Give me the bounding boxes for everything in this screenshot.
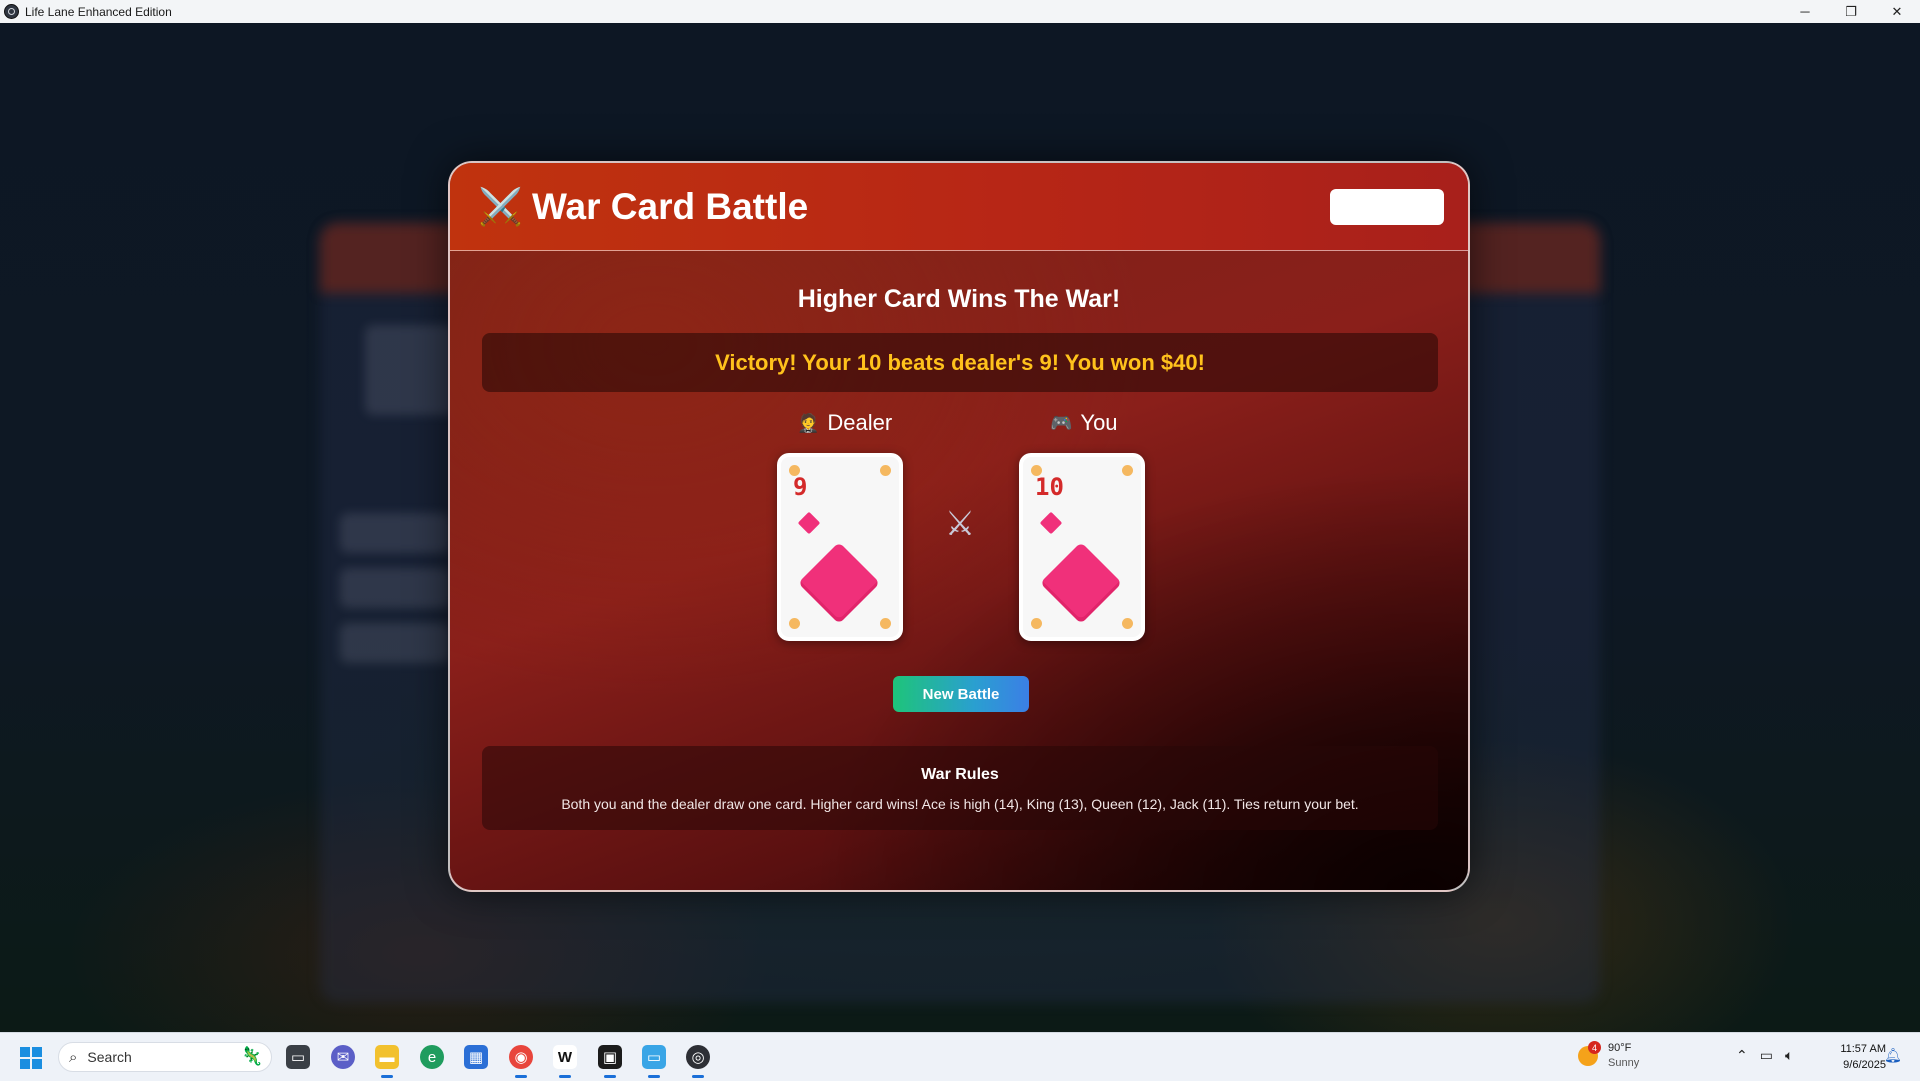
edge-browser-icon[interactable]: e <box>420 1045 444 1069</box>
game-subtitle: Higher Card Wins The War! <box>797 285 1121 313</box>
windows-start-button[interactable] <box>20 1047 42 1069</box>
player-card-rank: 10 <box>1035 473 1064 501</box>
store-icon[interactable]: ▦ <box>464 1045 488 1069</box>
search-placeholder: Search <box>87 1049 132 1065</box>
modal-close-button[interactable] <box>1330 189 1444 225</box>
modal-header: ⚔️ War Card Battle <box>450 163 1468 251</box>
dealer-icon: 🤵 <box>797 412 820 433</box>
versus-swords-icon: ⚔ <box>944 505 976 543</box>
clock-time: 11:57 AM <box>1840 1043 1886 1055</box>
diamond-icon <box>1039 541 1123 625</box>
modal-title: War Card Battle <box>532 185 809 227</box>
restore-button[interactable]: ❐ <box>1828 0 1874 23</box>
diamond-icon <box>797 511 821 535</box>
close-window-button[interactable]: ✕ <box>1874 0 1920 23</box>
card-corner-dot <box>880 465 891 476</box>
task-view-icon[interactable]: ▭ <box>286 1045 310 1069</box>
weather-badge: 4 <box>1588 1041 1601 1054</box>
weather-temp: 90°F <box>1608 1042 1632 1054</box>
player-label: 🎮 You <box>1050 410 1118 436</box>
card-corner-dot <box>880 618 891 629</box>
player-label-text: You <box>1080 410 1118 435</box>
dealer-card-rank: 9 <box>793 473 808 501</box>
new-battle-button[interactable]: New Battle <box>893 676 1029 712</box>
window-controls: ─ ❐ ✕ <box>1782 0 1920 23</box>
dealer-label-text: Dealer <box>827 410 893 435</box>
app-logo-icon <box>4 4 19 19</box>
file-explorer-icon[interactable]: ▬ <box>375 1045 399 1078</box>
weather-widget[interactable]: 4 90°F Sunny <box>1578 1041 1639 1071</box>
notification-bell-icon[interactable]: 🔔︎ <box>1884 1047 1902 1064</box>
remote-desktop-icon[interactable]: ▭ <box>642 1045 666 1078</box>
background-block <box>365 325 455 415</box>
background-block <box>340 513 450 553</box>
player-card: 10 <box>1019 453 1145 641</box>
card-corner-dot <box>1122 465 1133 476</box>
minimize-button[interactable]: ─ <box>1782 0 1828 23</box>
network-icon[interactable]: ▭ <box>1760 1047 1773 1064</box>
diamond-icon <box>1039 511 1063 535</box>
chat-icon[interactable]: ✉ <box>331 1045 355 1069</box>
result-banner: Victory! Your 10 beats dealer's 9! You w… <box>482 333 1438 392</box>
window-title-bar: Life Lane Enhanced Edition ─ ❐ ✕ <box>0 0 1920 24</box>
search-icon: ⌕ <box>69 1048 78 1066</box>
gamepad-icon: 🎮 <box>1050 412 1073 433</box>
chrome-icon[interactable]: ◉ <box>509 1045 533 1078</box>
diamond-icon <box>797 541 881 625</box>
clock-date: 9/6/2025 <box>1843 1059 1886 1071</box>
card-corner-dot <box>789 618 800 629</box>
dealer-card: 9 <box>777 453 903 641</box>
taskbar-clock[interactable]: 11:57 AM 9/6/2025 <box>1818 1041 1886 1073</box>
result-message: Victory! Your 10 beats dealer's 9! You w… <box>715 349 1205 375</box>
sun-icon: 4 <box>1578 1041 1601 1066</box>
terminal-app-icon[interactable]: ▣ <box>598 1045 622 1078</box>
life-lane-app-icon[interactable]: ◎ <box>686 1045 710 1078</box>
background-block <box>340 568 450 608</box>
dealer-label: 🤵 Dealer <box>797 410 892 436</box>
rules-text: Both you and the dealer draw one card. H… <box>561 796 1359 812</box>
crossed-swords-icon: ⚔️ <box>478 185 523 227</box>
chevron-up-icon[interactable]: ⌃ <box>1736 1047 1748 1064</box>
rules-title: War Rules <box>921 766 999 783</box>
card-corner-dot <box>1122 618 1133 629</box>
background-block <box>340 623 450 663</box>
writer-app-icon[interactable]: W <box>553 1045 577 1078</box>
card-corner-dot <box>1031 618 1042 629</box>
taskbar: ⌕ Search 🦎 ▭ ✉ ▬ e ▦ ◉ W ▣ ▭ ◎ 4 90°F Su… <box>0 1032 1920 1081</box>
volume-icon[interactable]: 🔈︎ <box>1785 1047 1793 1064</box>
system-tray: ⌃ ▭ 🔈︎ <box>1736 1047 1793 1064</box>
taskbar-search[interactable]: ⌕ Search 🦎 <box>58 1042 272 1072</box>
rules-panel: War Rules Both you and the dealer draw o… <box>482 746 1438 830</box>
weather-condition: Sunny <box>1608 1057 1640 1069</box>
search-highlight-icon: 🦎 <box>240 1046 263 1066</box>
war-card-battle-modal: ⚔️ War Card Battle Higher Card Wins The … <box>448 161 1470 892</box>
window-title: Life Lane Enhanced Edition <box>25 4 172 19</box>
